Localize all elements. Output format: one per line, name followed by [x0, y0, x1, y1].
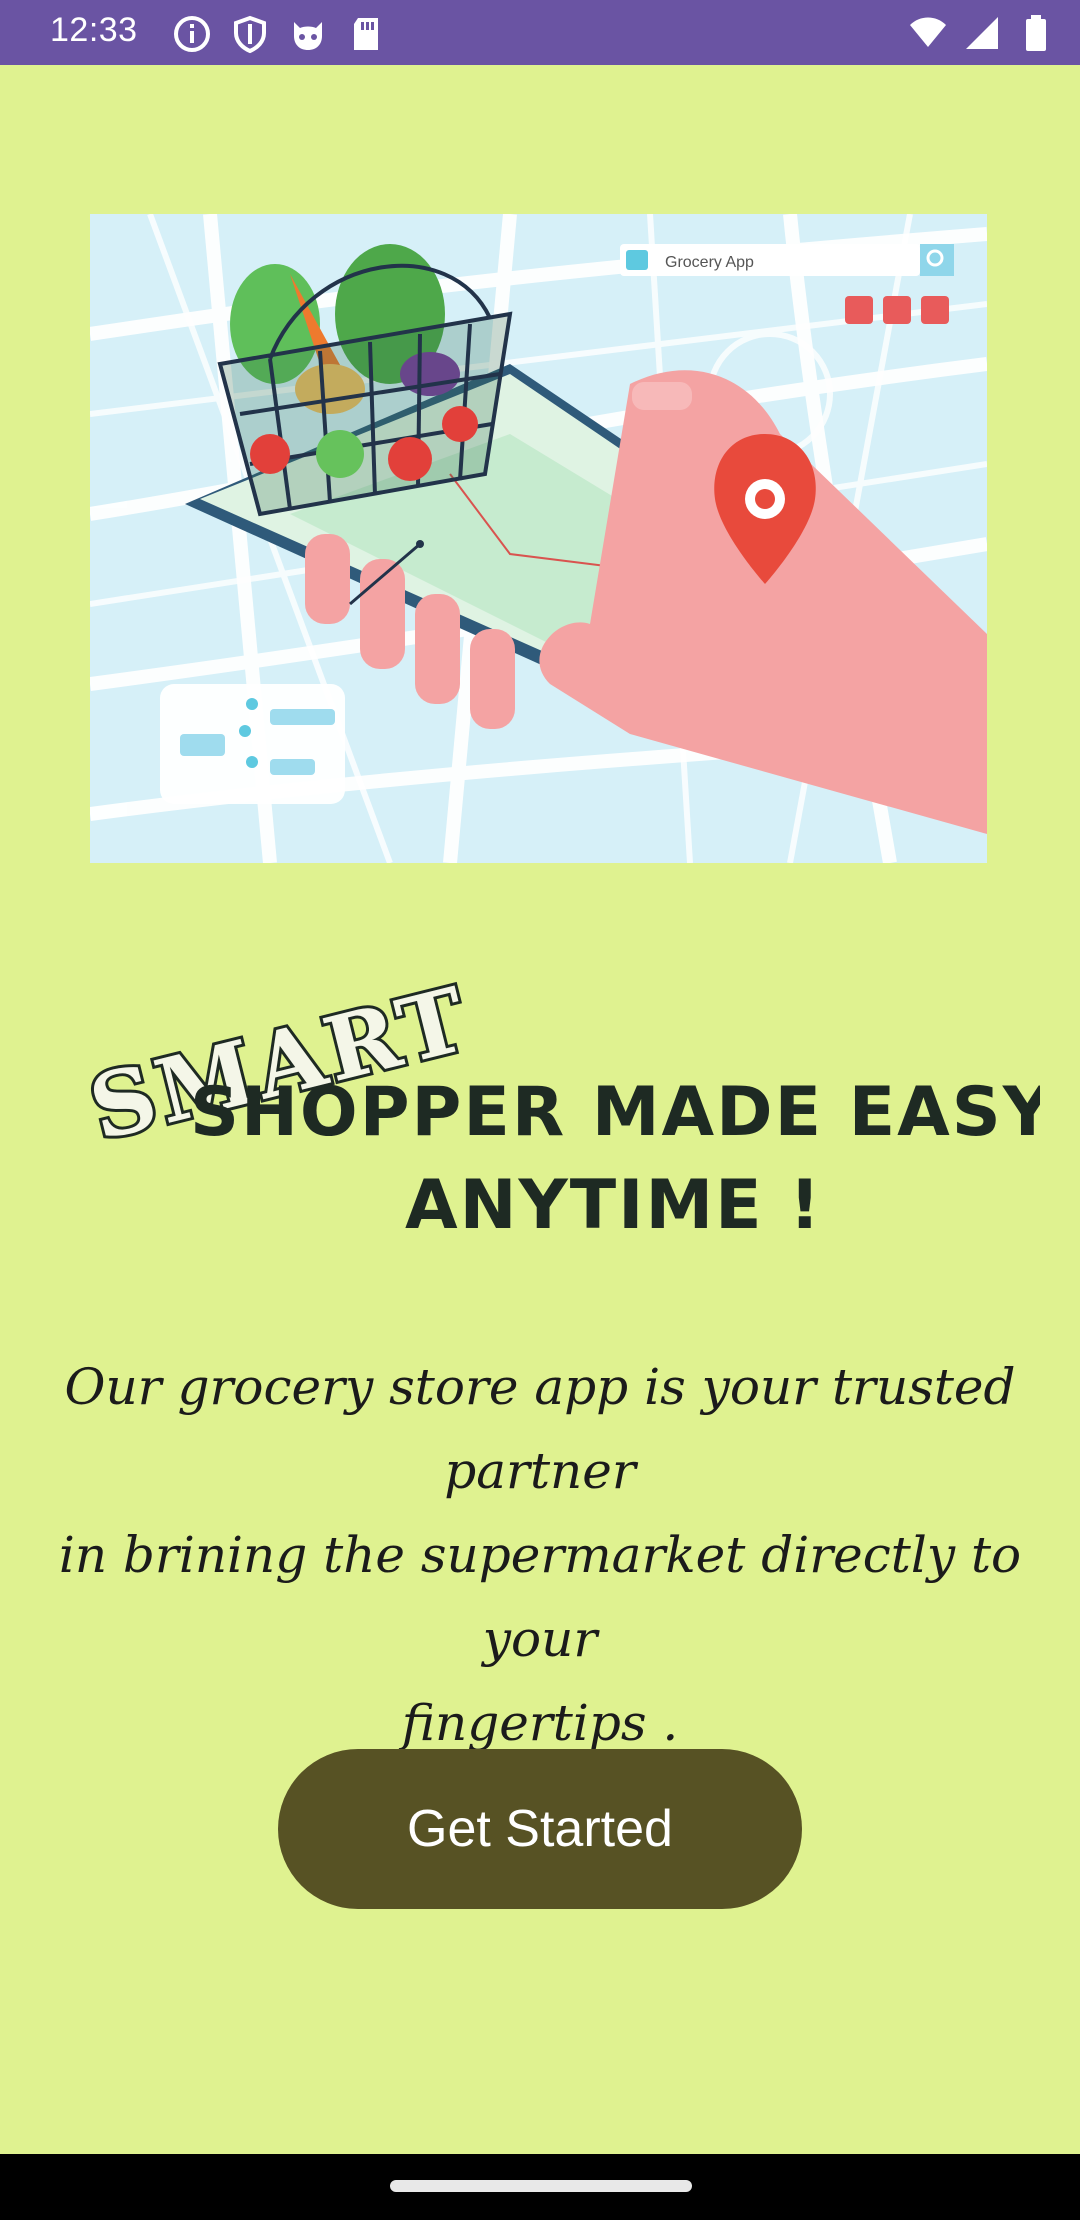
map-phone-basket-illustration: Grocery App [90, 214, 987, 863]
get-started-button[interactable]: Get Started [278, 1749, 802, 1909]
description-text: Our grocery store app is your trusted pa… [40, 1345, 1040, 1765]
description-line2: in brining the supermarket directly to y… [58, 1526, 1022, 1668]
home-gesture-handle[interactable] [390, 2180, 692, 2192]
search-label-graphic: Grocery App [665, 254, 754, 271]
info-icon [174, 16, 210, 52]
navigation-bar [0, 2154, 1080, 2220]
shield-icon [234, 15, 266, 54]
headline-line1: SHOPPER MADE EASY [190, 1073, 1040, 1152]
description-line1: Our grocery store app is your trusted pa… [64, 1358, 1016, 1500]
wifi-icon [910, 17, 946, 47]
signal-icon [966, 17, 998, 49]
headline: SMART SHOPPER MADE EASY ANYTIME ! [40, 950, 1052, 1270]
status-time: 12:33 [50, 11, 138, 49]
status-bar: 12:33 [0, 0, 1080, 65]
cat-face-icon [294, 22, 322, 50]
sd-card-icon [354, 18, 378, 50]
battery-icon [1026, 15, 1046, 51]
hero-illustration: Grocery App [90, 214, 987, 863]
headline-line2: ANYTIME ! [405, 1166, 822, 1245]
